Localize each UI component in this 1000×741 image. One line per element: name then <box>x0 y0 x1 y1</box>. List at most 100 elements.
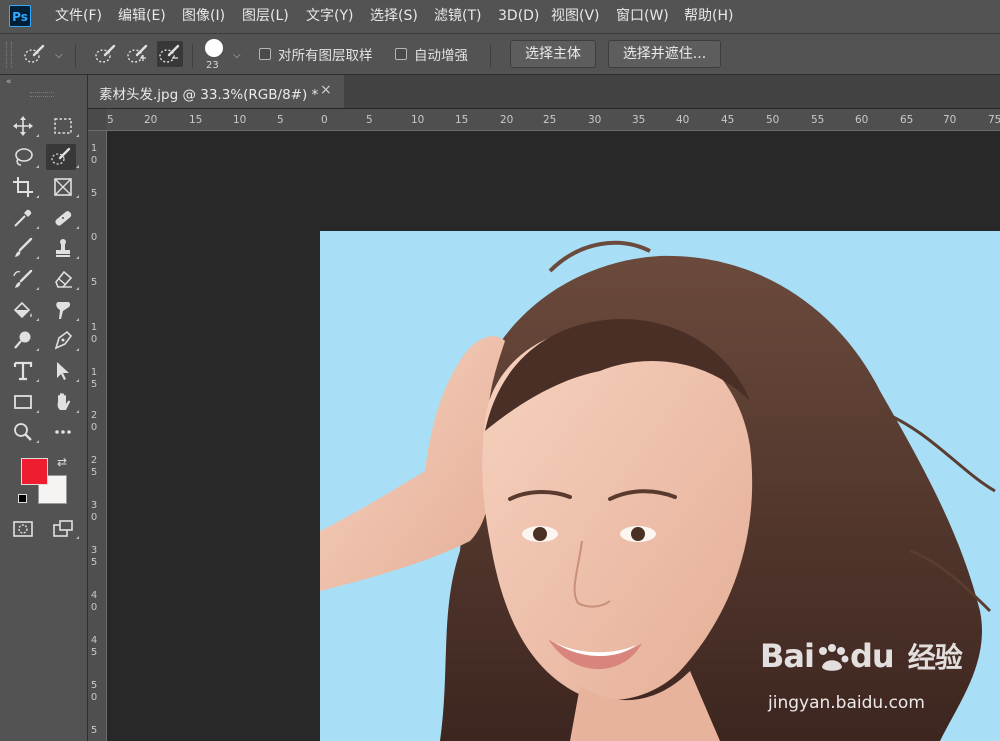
clone-stamp-tool-icon[interactable] <box>48 235 78 261</box>
lasso-tool-icon[interactable] <box>8 144 38 170</box>
subtract-from-selection-icon[interactable] <box>157 41 183 67</box>
ruler-h-label: 75 <box>988 114 1000 126</box>
ruler-h-label: 15 <box>455 114 469 126</box>
ruler-h-label: 60 <box>855 114 869 126</box>
type-tool-icon[interactable] <box>8 358 38 384</box>
crop-tool-icon[interactable] <box>8 174 38 200</box>
tools-panel-grip[interactable] <box>30 92 54 97</box>
brush-chevron-down-icon[interactable]: ⌵ <box>233 50 241 61</box>
default-colors-icon[interactable] <box>18 494 27 503</box>
ruler-h-label: 25 <box>543 114 557 126</box>
sample-all-layers-checkbox[interactable] <box>259 48 271 60</box>
tool-group-indicator-icon <box>76 348 79 351</box>
ruler-h-label: 5 <box>107 114 114 126</box>
foreground-color-swatch[interactable] <box>21 458 48 485</box>
menu-edit[interactable]: 编辑(E) <box>118 0 166 33</box>
tool-group-indicator-icon <box>36 195 39 198</box>
path-selection-tool-icon[interactable] <box>48 358 78 384</box>
auto-enhance-checkbox[interactable] <box>395 48 407 60</box>
menu-filter[interactable]: 滤镜(T) <box>434 0 481 33</box>
ruler-v-label: 5 <box>90 647 98 658</box>
ruler-v-label: 2 <box>90 410 98 421</box>
menu-3d[interactable]: 3D(D) <box>498 0 539 33</box>
ruler-v-label: 5 <box>90 467 98 478</box>
smudge-tool-icon[interactable] <box>48 297 78 323</box>
frame-tool-icon[interactable] <box>48 174 78 200</box>
ruler-v-label: 1 <box>90 143 98 154</box>
ruler-v-label: 5 <box>90 379 98 390</box>
tool-group-indicator-icon <box>76 287 79 290</box>
watermark-logo: Bai du 经验 <box>760 636 963 676</box>
quick-mask-icon[interactable] <box>8 516 38 542</box>
menu-image[interactable]: 图像(I) <box>182 0 225 33</box>
move-tool-icon[interactable] <box>8 113 38 139</box>
menu-view[interactable]: 视图(V) <box>551 0 600 33</box>
ruler-v-label: 5 <box>90 680 98 691</box>
options-separator <box>75 44 76 68</box>
ruler-h-label: 55 <box>811 114 825 126</box>
tool-preset-picker-icon[interactable] <box>22 41 48 67</box>
collapse-panel-icon[interactable]: « <box>6 77 12 87</box>
new-selection-icon[interactable] <box>93 41 119 67</box>
more-tools-icon[interactable] <box>48 419 78 445</box>
ruler-v-label: 0 <box>90 512 98 523</box>
photoshop-logo: Ps <box>9 5 31 27</box>
screen-mode-icon[interactable] <box>48 516 78 542</box>
select-subject-button[interactable]: 选择主体 <box>510 40 596 68</box>
tool-group-indicator-icon <box>36 165 39 168</box>
paint-bucket-tool-icon[interactable] <box>8 297 38 323</box>
options-bar-grip[interactable] <box>6 42 12 68</box>
history-brush-tool-icon[interactable] <box>8 266 38 292</box>
tool-group-indicator-icon <box>76 410 79 413</box>
ruler-h-label: 35 <box>632 114 646 126</box>
ruler-h-label: 20 <box>144 114 158 126</box>
ruler-v-label: 0 <box>90 232 98 243</box>
tool-group-indicator-icon <box>36 318 39 321</box>
close-tab-icon[interactable]: × <box>320 82 332 98</box>
pen-tool-icon[interactable] <box>48 327 78 353</box>
ruler-h-label: 15 <box>189 114 203 126</box>
menu-select[interactable]: 选择(S) <box>370 0 418 33</box>
tool-group-indicator-icon <box>76 134 79 137</box>
document-tab-title: 素材头发.jpg @ 33.3%(RGB/8#) * <box>99 87 319 103</box>
zoom-tool-icon[interactable] <box>8 419 38 445</box>
ruler-v-label: 0 <box>90 155 98 166</box>
brush-preview-icon[interactable] <box>205 39 223 57</box>
menu-help[interactable]: 帮助(H) <box>684 0 733 33</box>
document-canvas-photo[interactable]: Bai du 经验 jingyan.baidu.com <box>320 231 1000 741</box>
menu-window[interactable]: 窗口(W) <box>616 0 669 33</box>
menu-file[interactable]: 文件(F) <box>55 0 102 33</box>
tool-group-indicator-icon <box>36 440 39 443</box>
menu-layer[interactable]: 图层(L) <box>242 0 289 33</box>
ruler-h-label: 45 <box>721 114 735 126</box>
ruler-v-label: 5 <box>90 557 98 568</box>
ruler-v-label: 5 <box>90 725 98 736</box>
ruler-v-label: 0 <box>90 692 98 703</box>
select-and-mask-button[interactable]: 选择并遮住... <box>608 40 721 68</box>
ruler-origin-corner[interactable] <box>88 109 106 130</box>
ruler-v-label: 3 <box>90 545 98 556</box>
swap-colors-icon[interactable]: ⇄ <box>57 455 67 469</box>
rectangle-tool-icon[interactable] <box>8 389 38 415</box>
add-to-selection-icon[interactable] <box>125 41 151 67</box>
dodge-tool-icon[interactable] <box>8 327 38 353</box>
preset-chevron-down-icon[interactable]: ⌵ <box>55 50 63 61</box>
brush-tool-icon[interactable] <box>8 235 38 261</box>
eyedropper-tool-icon[interactable] <box>8 205 38 231</box>
ruler-v-label: 5 <box>90 277 98 288</box>
quick-selection-tool-icon[interactable] <box>46 144 76 170</box>
sample-all-layers-label: 对所有图层取样 <box>278 48 373 64</box>
healing-brush-tool-icon[interactable] <box>48 205 78 231</box>
marquee-tool-icon[interactable] <box>48 113 78 139</box>
menu-type[interactable]: 文字(Y) <box>306 0 353 33</box>
tool-group-indicator-icon <box>76 536 79 539</box>
eraser-tool-icon[interactable] <box>48 266 78 292</box>
ruler-h-label: 0 <box>321 114 328 126</box>
ruler-h-label: 10 <box>411 114 425 126</box>
ruler-v-label: 4 <box>90 590 98 601</box>
ruler-v-label: 0 <box>90 602 98 613</box>
options-separator <box>490 44 491 68</box>
hand-tool-icon[interactable] <box>48 389 78 415</box>
ruler-h-label: 50 <box>766 114 780 126</box>
tool-group-indicator-icon <box>36 287 39 290</box>
